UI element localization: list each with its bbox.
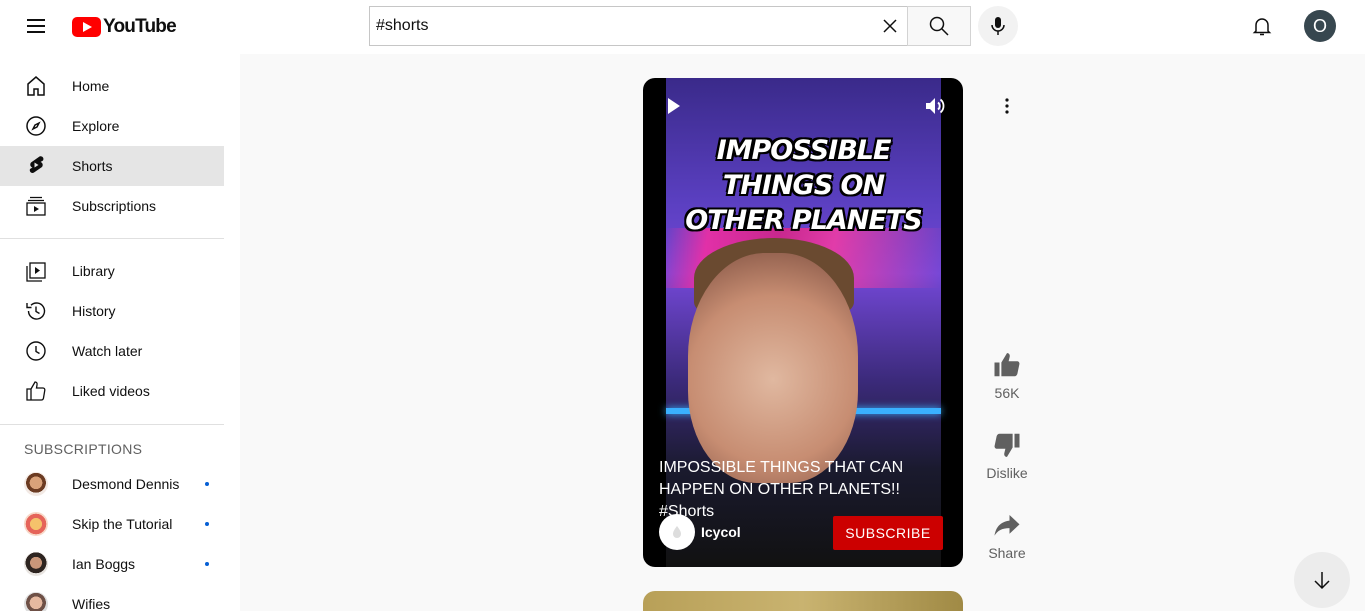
history-icon bbox=[26, 302, 46, 320]
sidebar-item-label: History bbox=[72, 303, 116, 319]
like-count: 56K bbox=[994, 385, 1020, 401]
home-icon bbox=[27, 76, 45, 96]
menu-icon[interactable] bbox=[24, 16, 48, 40]
sidebar-divider bbox=[0, 424, 224, 425]
channel-avatar[interactable] bbox=[659, 514, 695, 550]
search-button[interactable] bbox=[907, 6, 971, 46]
shorts-player[interactable]: IMPOSSIBLE THINGS ON OTHER PLANETS IMPOS… bbox=[643, 78, 963, 567]
youtube-logo[interactable]: YouTube bbox=[72, 16, 177, 38]
sidebar-item-library[interactable]: Library bbox=[0, 251, 224, 291]
sidebar-item-label: Subscriptions bbox=[72, 198, 157, 214]
channel-avatar bbox=[24, 592, 48, 611]
next-video-button[interactable] bbox=[1294, 552, 1350, 608]
subscribe-button[interactable]: SUBSCRIBE bbox=[833, 516, 943, 550]
subscription-item[interactable]: Desmond Dennis bbox=[0, 464, 224, 504]
channel-avatar bbox=[24, 472, 48, 496]
subscription-item[interactable]: Wifies bbox=[0, 584, 224, 611]
channel-avatar bbox=[24, 552, 48, 576]
share-button[interactable]: Share bbox=[981, 507, 1033, 561]
account-avatar[interactable]: O bbox=[1304, 10, 1336, 42]
subscription-label: Ian Boggs bbox=[72, 556, 136, 572]
dislike-label: Dislike bbox=[986, 465, 1028, 481]
new-content-dot bbox=[205, 482, 209, 486]
subscription-label: Skip the Tutorial bbox=[72, 516, 173, 532]
logo-text: YouTube bbox=[103, 16, 177, 37]
more-options-icon[interactable] bbox=[995, 94, 1019, 118]
dislike-button[interactable]: Dislike bbox=[981, 427, 1033, 481]
subscription-label: Wifies bbox=[72, 596, 111, 611]
library-icon bbox=[26, 262, 46, 282]
subscriptions-icon bbox=[26, 196, 46, 216]
thumb-up-icon bbox=[983, 347, 1031, 383]
sidebar-divider bbox=[0, 238, 224, 239]
clear-search-icon[interactable] bbox=[878, 14, 902, 38]
sidebar-item-liked-videos[interactable]: Liked videos bbox=[0, 371, 224, 411]
sidebar-item-explore[interactable]: Explore bbox=[0, 106, 224, 146]
search-icon bbox=[929, 16, 949, 36]
channel-info: Icycol bbox=[659, 514, 741, 550]
clock-icon bbox=[26, 341, 46, 361]
new-content-dot bbox=[205, 522, 209, 526]
top-bar: YouTube O bbox=[0, 0, 1365, 54]
search-box bbox=[369, 6, 908, 46]
channel-name[interactable]: Icycol bbox=[701, 524, 741, 540]
sidebar-item-label: Liked videos bbox=[72, 383, 150, 399]
subscription-label: Desmond Dennis bbox=[72, 476, 180, 492]
video-overlay-title: IMPOSSIBLE THINGS ON OTHER PLANETS bbox=[685, 135, 922, 236]
sidebar-item-label: Library bbox=[72, 263, 115, 279]
sidebar-item-label: Shorts bbox=[72, 158, 113, 174]
share-label: Share bbox=[988, 545, 1026, 561]
next-short-preview[interactable] bbox=[643, 591, 963, 611]
compass-icon bbox=[26, 116, 46, 136]
subscription-item[interactable]: Skip the Tutorial bbox=[0, 504, 224, 544]
person-face bbox=[688, 253, 858, 483]
subscriptions-heading: SUBSCRIPTIONS bbox=[24, 441, 143, 457]
thumb-down-icon bbox=[983, 427, 1031, 463]
sidebar-item-history[interactable]: History bbox=[0, 291, 224, 331]
channel-avatar bbox=[24, 512, 48, 536]
play-icon[interactable] bbox=[661, 94, 685, 118]
sidebar-item-subscriptions[interactable]: Subscriptions bbox=[0, 186, 224, 226]
shorts-icon bbox=[29, 156, 44, 173]
microphone-icon bbox=[991, 17, 1005, 35]
new-content-dot bbox=[205, 562, 209, 566]
share-icon bbox=[983, 507, 1031, 543]
thumb-up-icon bbox=[26, 381, 46, 401]
sidebar-item-label: Explore bbox=[72, 118, 120, 134]
search-input[interactable] bbox=[376, 17, 856, 35]
youtube-logo-icon bbox=[72, 17, 101, 37]
volume-icon[interactable] bbox=[923, 94, 947, 118]
sidebar: Home Explore Shorts Subscriptions Librar… bbox=[0, 54, 240, 611]
sidebar-item-watch-later[interactable]: Watch later bbox=[0, 331, 224, 371]
sidebar-item-shorts[interactable]: Shorts bbox=[0, 146, 224, 186]
voice-search-button[interactable] bbox=[978, 6, 1018, 46]
arrow-down-icon bbox=[1314, 572, 1330, 590]
sidebar-item-home[interactable]: Home bbox=[0, 66, 224, 106]
sidebar-item-label: Home bbox=[72, 78, 110, 94]
like-button[interactable]: 56K bbox=[981, 347, 1033, 401]
channel-logo-icon bbox=[673, 526, 681, 538]
subscription-item[interactable]: Ian Boggs bbox=[0, 544, 224, 584]
video-caption[interactable]: IMPOSSIBLE THINGS THAT CAN HAPPEN ON OTH… bbox=[659, 457, 954, 523]
notifications-icon[interactable] bbox=[1250, 14, 1274, 38]
sidebar-item-label: Watch later bbox=[72, 343, 143, 359]
